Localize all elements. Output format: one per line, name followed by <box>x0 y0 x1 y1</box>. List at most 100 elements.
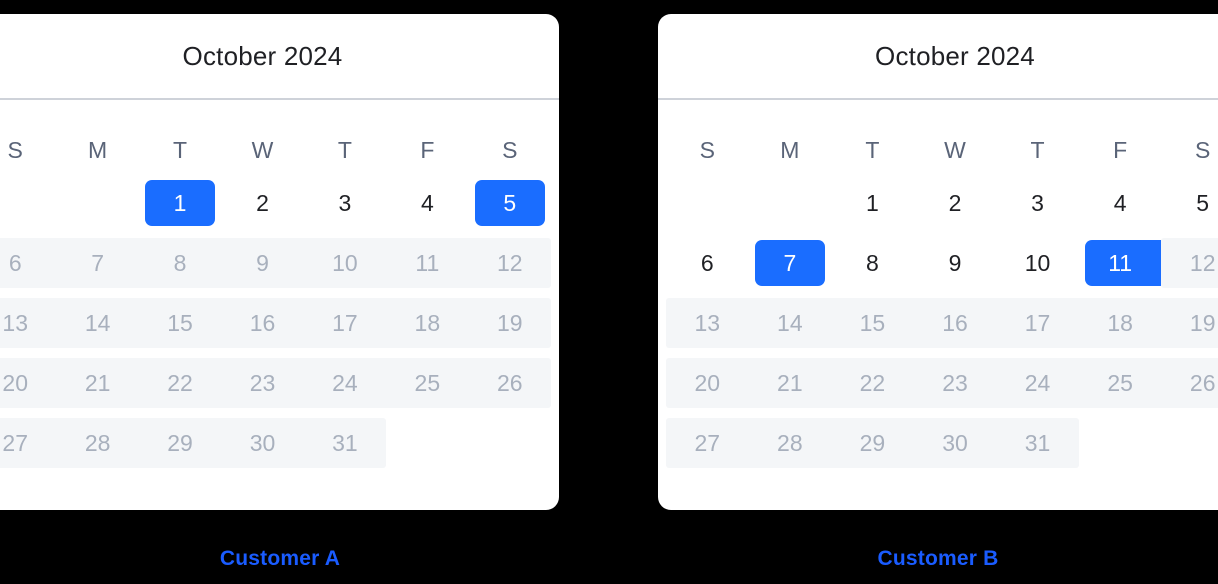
calendar-day-cell[interactable]: 8 <box>138 238 222 288</box>
calendar-day-cell[interactable]: 15 <box>831 298 914 348</box>
calendar-day-cell[interactable]: 3 <box>304 178 386 228</box>
calendar-day-cell[interactable]: 1 <box>139 178 221 228</box>
calendar-day-cell[interactable]: 29 <box>831 418 914 468</box>
calendar-week-row: 20 21 22 23 24 25 26 <box>0 358 551 408</box>
day-of-week-label: F <box>1113 136 1128 163</box>
calendar-day-cell[interactable]: 7 <box>749 238 832 288</box>
calendar-day-cell[interactable]: 16 <box>221 298 304 348</box>
page-background: October 2024 SMTWTFS 1 2 3 4 5 6 7 8 9 10 11 12 13 14… <box>0 0 1218 584</box>
calendar-day-cell[interactable]: 1 <box>831 178 914 228</box>
calendar-day-cell[interactable]: 27 <box>0 418 57 468</box>
calendar-day-cell[interactable]: 3 <box>996 178 1079 228</box>
calendar-day-cell[interactable]: 20 <box>0 358 57 408</box>
day-of-week-header-row: SMTWTFS <box>666 122 1218 178</box>
calendar-day-cell[interactable]: 5 <box>1161 178 1218 228</box>
calendar-day-cell[interactable]: 21 <box>748 358 832 408</box>
calendar-week-row: 13 14 15 16 17 18 19 <box>666 298 1218 348</box>
calendar-day-cell[interactable]: 10 <box>996 238 1079 288</box>
calendar-day-cell[interactable]: 14 <box>56 298 139 348</box>
calendar-day-cell[interactable]: 4 <box>1079 178 1162 228</box>
calendar-day-cell[interactable]: 17 <box>996 298 1079 348</box>
calendar-day-cell[interactable]: 24 <box>996 358 1079 408</box>
day-of-week-header-row: SMTWTFS <box>0 122 551 178</box>
calendar-day-cell[interactable]: 19 <box>1161 298 1218 348</box>
calendar-day-cell[interactable]: 16 <box>913 298 997 348</box>
day-of-week-label: T <box>337 136 352 163</box>
calendar-day-cell[interactable]: 26 <box>468 358 551 408</box>
calendar-day-cell[interactable]: 2 <box>221 178 303 228</box>
calendar-day-cell[interactable]: 6 <box>0 238 57 288</box>
calendar-day-cell[interactable]: 5 <box>469 178 551 228</box>
day-of-week-label: S <box>502 136 518 163</box>
calendar-day-cell[interactable]: 28 <box>748 418 832 468</box>
calendar-caption-customer-b: Customer B <box>877 547 999 570</box>
calendar-caption-customer-a: Customer A <box>219 547 341 570</box>
calendar-day-cell[interactable]: 12 <box>1161 238 1218 288</box>
calendar-day-cell-empty <box>749 178 832 228</box>
calendar-day-cell-empty <box>1161 418 1218 468</box>
calendar-day-cell[interactable]: 17 <box>303 298 387 348</box>
calendar-week-row: 27 28 29 30 31 <box>666 418 1218 468</box>
calendar-day-cell-empty <box>1079 418 1162 468</box>
calendar-day-cell[interactable]: 11 <box>386 238 469 288</box>
calendar-day-number: 11 <box>1108 249 1133 276</box>
calendar-week-row: 13 14 15 16 17 18 19 <box>0 298 551 348</box>
calendar-day-cell[interactable]: 12 <box>468 238 551 288</box>
calendar-week-row: 6 7 8 9 10 11 12 <box>666 238 1218 288</box>
calendar-day-cell[interactable]: 26 <box>1161 358 1218 408</box>
calendar-day-cell[interactable]: 9 <box>914 238 997 288</box>
calendar-day-cell[interactable]: 30 <box>221 418 304 468</box>
calendar-day-cell[interactable]: 7 <box>56 238 139 288</box>
day-of-week-label: M <box>88 136 108 163</box>
day-of-week-label: W <box>251 136 274 163</box>
calendar-day-cell[interactable]: 24 <box>303 358 387 408</box>
calendar-day-cell[interactable]: 25 <box>386 358 469 408</box>
calendar-day-cell[interactable]: 20 <box>666 358 749 408</box>
day-of-week-label: S <box>699 136 715 163</box>
calendar-header: October 2024 <box>0 14 559 100</box>
calendar-day-cell[interactable]: 22 <box>138 358 222 408</box>
calendar-day-cell[interactable]: 25 <box>1078 358 1162 408</box>
calendar-day-cell[interactable]: 13 <box>666 298 749 348</box>
calendar-day-number: 1 <box>173 189 187 216</box>
calendar-week-row: 12345 <box>666 178 1218 228</box>
calendar-day-number: 7 <box>783 249 797 276</box>
calendar-day-cell[interactable]: 23 <box>221 358 304 408</box>
day-of-week-label: T <box>865 136 880 163</box>
calendar-day-cell[interactable]: 6 <box>666 238 749 288</box>
calendar-weeks: 1 2 3 4 5 6 7 8 9 10 11 12 13 14 15 16 17 18 19 20 21 22 23 24 2… <box>666 178 1218 468</box>
calendar-day-cell[interactable]: 28 <box>56 418 139 468</box>
calendar-day-cell[interactable]: 30 <box>913 418 997 468</box>
calendar-day-cell[interactable]: 31 <box>303 418 387 468</box>
calendar-grid: SMTWTFS 1 2 3 4 5 6 7 8 9 10 11 12 13 14 15 16 17 18 19 20 2… <box>0 122 559 468</box>
calendar-day-cell[interactable]: 4 <box>386 178 468 228</box>
calendar-week-row: 20 21 22 23 24 25 26 <box>666 358 1218 408</box>
calendar-day-cell[interactable]: 9 <box>221 238 304 288</box>
calendar-day-cell[interactable]: 18 <box>386 298 469 348</box>
calendar-day-cell-empty <box>386 418 468 468</box>
calendar-day-number: 5 <box>503 189 517 216</box>
calendar-day-cell[interactable]: 18 <box>1078 298 1162 348</box>
calendar-day-cell[interactable]: 8 <box>831 238 914 288</box>
calendar-day-cell[interactable]: 15 <box>138 298 222 348</box>
calendar-day-cell[interactable]: 31 <box>996 418 1079 468</box>
calendar-day-cell[interactable]: 19 <box>468 298 551 348</box>
calendar-day-cell-empty <box>0 178 56 228</box>
calendar-day-cell[interactable]: 21 <box>56 358 139 408</box>
calendar-day-cell[interactable]: 29 <box>138 418 222 468</box>
calendar-month-title: October 2024 <box>182 41 343 71</box>
day-of-week-label: W <box>944 136 966 163</box>
calendar-day-cell[interactable]: 11 <box>1079 238 1162 288</box>
calendar-day-cell-empty <box>56 178 138 228</box>
day-of-week-label: S <box>7 136 23 163</box>
calendar-header: October 2024 <box>658 14 1218 100</box>
calendar-day-cell[interactable]: 23 <box>913 358 997 408</box>
calendar-day-cell[interactable]: 10 <box>303 238 387 288</box>
calendar-weeks: 1 2 3 4 5 6 7 8 9 10 11 12 13 14 15 16 17 18 19 20 21 22 23 24 2… <box>0 178 551 468</box>
calendar-day-cell[interactable]: 14 <box>748 298 832 348</box>
calendar-day-cell[interactable]: 27 <box>666 418 749 468</box>
calendar-day-cell-empty <box>666 178 749 228</box>
calendar-day-cell[interactable]: 13 <box>0 298 57 348</box>
calendar-day-cell[interactable]: 2 <box>914 178 997 228</box>
calendar-day-cell[interactable]: 22 <box>831 358 914 408</box>
